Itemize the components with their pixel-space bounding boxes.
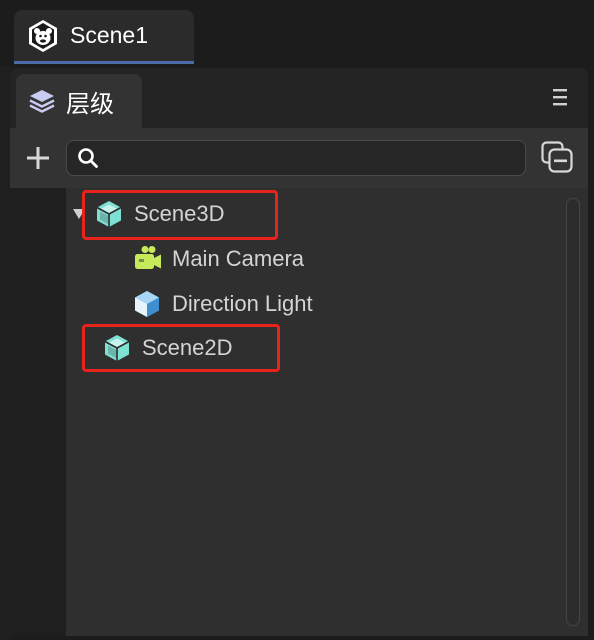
tree-node-scene3d[interactable]: Scene3D bbox=[72, 194, 225, 234]
tree-node-label: Direction Light bbox=[172, 291, 313, 316]
panel-title: 层级 bbox=[66, 90, 114, 118]
scene-tab-label: Scene1 bbox=[70, 22, 149, 48]
add-node-button[interactable] bbox=[24, 144, 52, 172]
search-input[interactable] bbox=[107, 147, 525, 169]
camera-icon bbox=[135, 246, 161, 269]
vertical-scrollbar[interactable] bbox=[566, 198, 580, 626]
tree-node-label: Scene3D bbox=[134, 201, 225, 226]
hierarchy-panel: 层级 Scene3D Main Camera Direction Light S… bbox=[10, 68, 588, 636]
expand-arrow-icon[interactable] bbox=[72, 207, 86, 221]
collapse-all-icon[interactable] bbox=[540, 140, 574, 174]
cube-icon bbox=[96, 201, 122, 227]
scene-tab[interactable]: Scene1 bbox=[14, 10, 194, 64]
tree-gutter bbox=[10, 188, 66, 636]
tree-node-label: Scene2D bbox=[142, 335, 233, 360]
search-icon bbox=[78, 148, 98, 168]
left-strip bbox=[0, 66, 10, 640]
tree-node-scene2d[interactable]: Scene2D bbox=[102, 328, 233, 368]
scene-tab-bar: Scene1 bbox=[0, 0, 594, 66]
monkey-logo-icon bbox=[26, 19, 60, 53]
menu-icon[interactable] bbox=[550, 86, 570, 108]
cube-icon bbox=[104, 335, 130, 361]
tree-node-label: Main Camera bbox=[172, 246, 305, 271]
layers-icon bbox=[29, 90, 55, 113]
tree-node-direction-light[interactable]: Direction Light bbox=[132, 284, 313, 324]
tree-node-main-camera[interactable]: Main Camera bbox=[132, 239, 304, 279]
hierarchy-tab[interactable]: 层级 bbox=[16, 74, 142, 128]
tree-area: Scene3D Main Camera Direction Light Scen… bbox=[10, 188, 588, 636]
toolbar bbox=[10, 128, 588, 188]
search-box[interactable] bbox=[66, 140, 526, 176]
light-cube-icon bbox=[135, 291, 159, 317]
panel-header: 层级 bbox=[10, 68, 588, 128]
